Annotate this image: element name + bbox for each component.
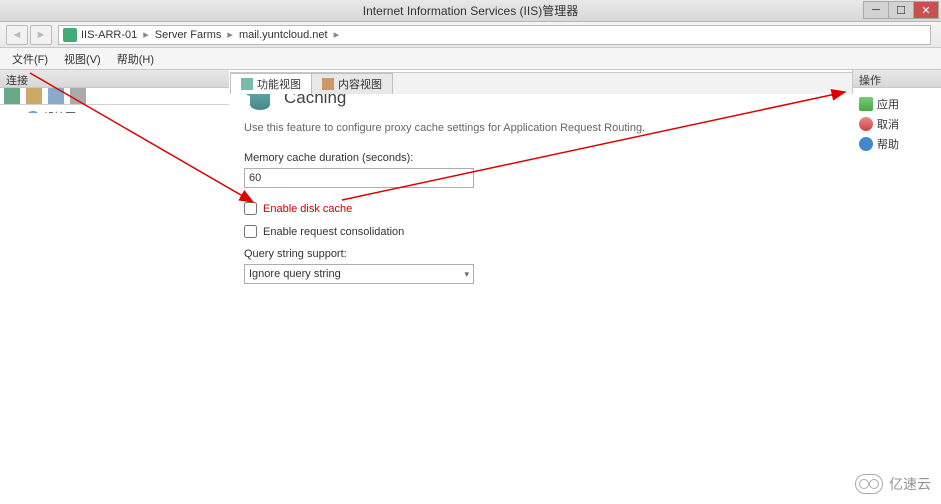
stop-icon[interactable]	[70, 88, 86, 104]
watermark-text: 亿速云	[889, 474, 931, 494]
query-string-label: Query string support:	[244, 248, 838, 260]
chevron-right-icon: ▸	[334, 28, 340, 41]
query-string-value: Ignore query string	[249, 268, 341, 280]
memory-cache-input[interactable]	[244, 168, 474, 188]
menu-help[interactable]: 帮助(H)	[109, 49, 162, 69]
actions-header: 操作	[853, 70, 941, 88]
enable-req-consolidation-checkbox[interactable]	[244, 225, 257, 238]
connections-header: 连接	[0, 70, 229, 88]
apply-icon	[859, 97, 873, 111]
tab-features-view[interactable]: 功能视图	[230, 73, 312, 94]
action-cancel[interactable]: 取消	[857, 114, 937, 134]
server-icon	[63, 28, 77, 42]
enable-req-consolidation-label: Enable request consolidation	[263, 226, 404, 238]
enable-req-consolidation-row[interactable]: Enable request consolidation	[244, 225, 838, 238]
close-button[interactable]: ✕	[913, 1, 939, 19]
chevron-down-icon: ▾	[464, 269, 469, 280]
breadcrumb-leaf: mail.yuntcloud.net	[239, 29, 328, 41]
watermark: 亿速云	[855, 474, 931, 494]
window-title: Internet Information Services (IIS)管理器	[363, 2, 578, 19]
content-pane: Caching Use this feature to configure pr…	[230, 70, 853, 94]
menu-file[interactable]: 文件(F)	[4, 49, 56, 69]
nav-forward-button[interactable]: ►	[30, 25, 52, 45]
tree-start-page[interactable]: 起始页	[2, 109, 227, 113]
globe-icon	[26, 111, 40, 113]
tab-content-view[interactable]: 内容视图	[311, 73, 393, 94]
breadcrumb-root: IIS-ARR-01	[81, 29, 137, 41]
window-titlebar: Internet Information Services (IIS)管理器 ─…	[0, 0, 941, 22]
query-string-select[interactable]: Ignore query string ▾	[244, 264, 474, 284]
menu-view[interactable]: 视图(V)	[56, 49, 109, 69]
enable-disk-cache-row[interactable]: Enable disk cache	[244, 202, 838, 215]
address-bar: ◄ ► IIS-ARR-01 ▸ Server Farms ▸ mail.yun…	[0, 22, 941, 48]
chevron-right-icon: ▸	[227, 28, 233, 41]
nav-back-button[interactable]: ◄	[6, 25, 28, 45]
memory-cache-label: Memory cache duration (seconds):	[244, 152, 838, 164]
enable-disk-cache-label: Enable disk cache	[263, 203, 352, 215]
watermark-logo-icon	[855, 474, 883, 494]
connect-icon[interactable]	[4, 88, 20, 104]
action-help[interactable]: 帮助	[857, 134, 937, 154]
content-icon	[322, 78, 334, 90]
connections-tree[interactable]: 起始页 ◢IIS-ARR-01 (IIS-ARR-01\Administrato…	[0, 105, 229, 113]
menu-bar: 文件(F) 视图(V) 帮助(H)	[0, 48, 941, 70]
page-description: Use this feature to configure proxy cach…	[244, 122, 838, 134]
breadcrumb[interactable]: IIS-ARR-01 ▸ Server Farms ▸ mail.yuntclo…	[58, 25, 931, 45]
annotation-arrows	[0, 70, 941, 504]
connections-toolbar	[0, 88, 229, 105]
help-icon	[859, 137, 873, 151]
cancel-icon	[859, 117, 873, 131]
features-icon	[241, 78, 253, 90]
chevron-right-icon: ▸	[143, 28, 149, 41]
refresh-icon[interactable]	[48, 88, 64, 104]
maximize-button[interactable]: ☐	[888, 1, 914, 19]
save-icon[interactable]	[26, 88, 42, 104]
minimize-button[interactable]: ─	[863, 1, 889, 19]
enable-disk-cache-checkbox[interactable]	[244, 202, 257, 215]
breadcrumb-mid: Server Farms	[155, 29, 222, 41]
action-apply[interactable]: 应用	[857, 94, 937, 114]
view-tabs: 功能视图 内容视图	[230, 72, 852, 94]
